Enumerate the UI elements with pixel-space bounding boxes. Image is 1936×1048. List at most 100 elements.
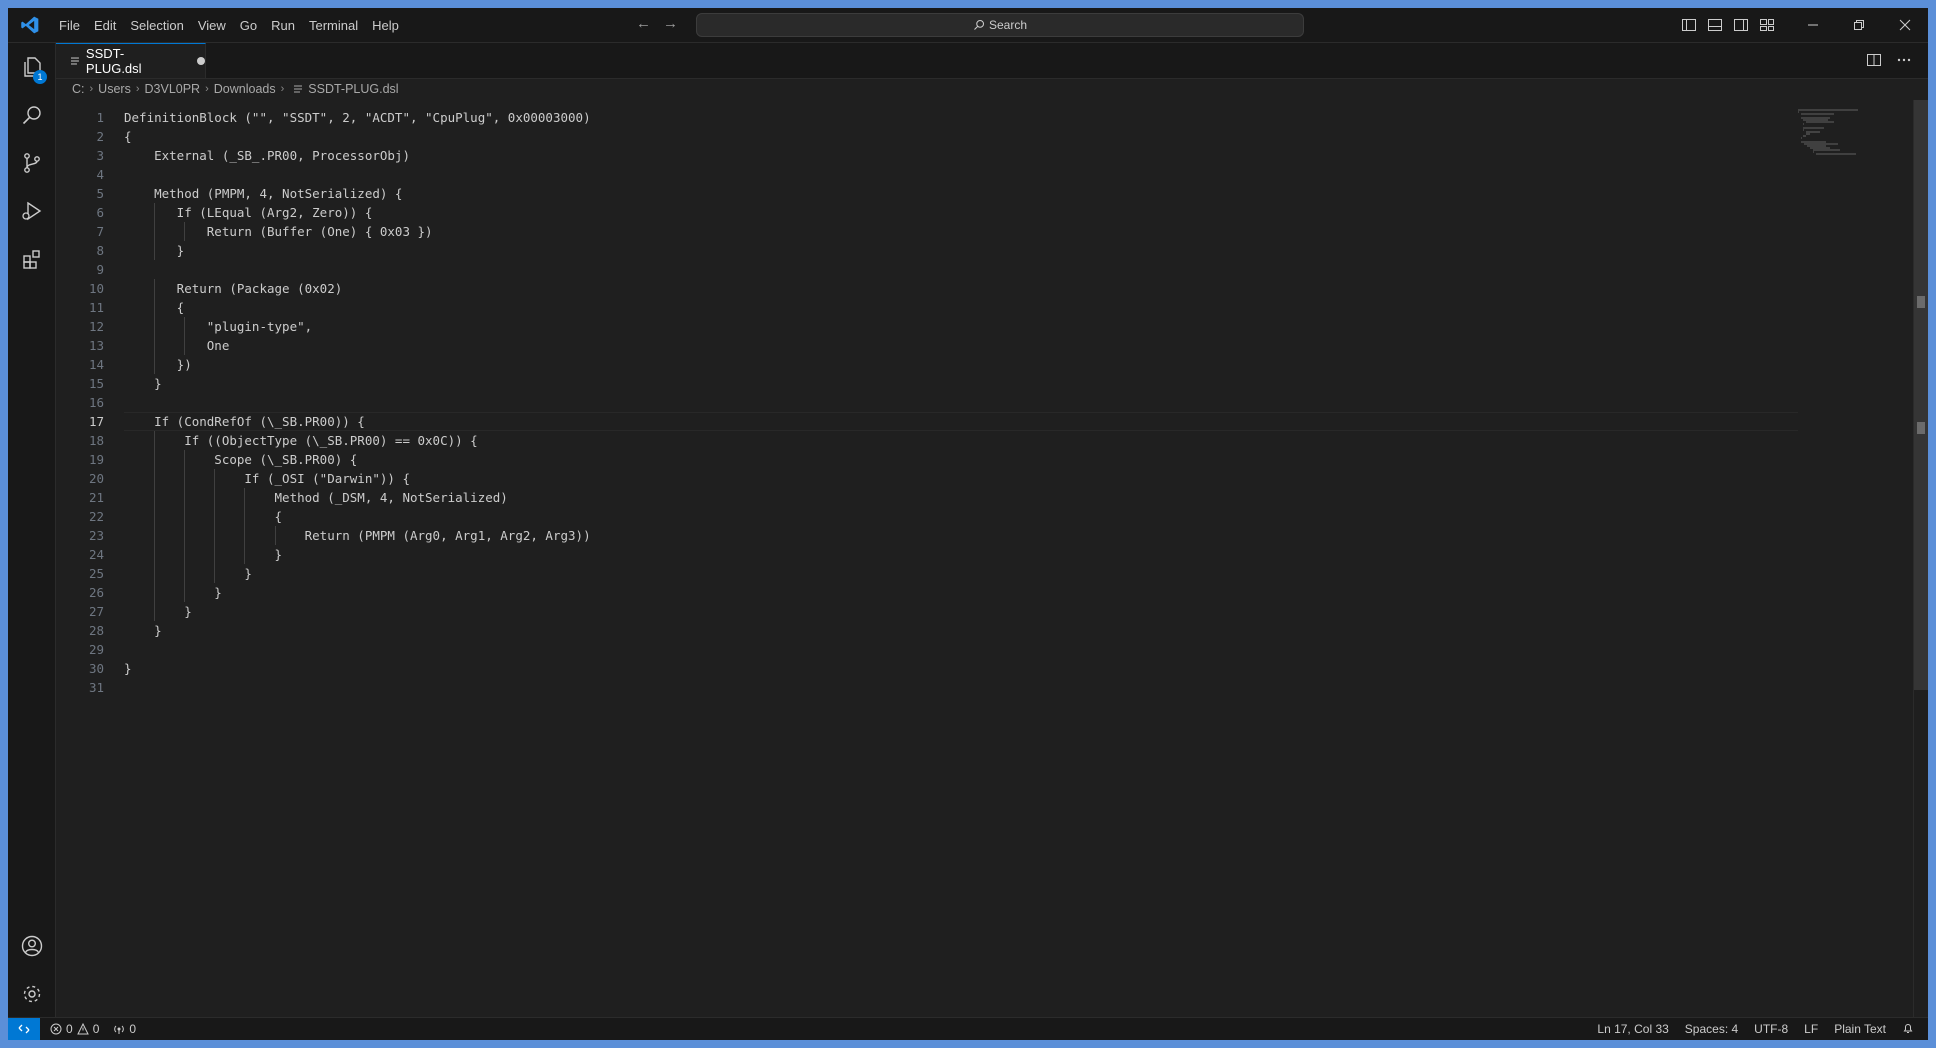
code-line[interactable] — [124, 678, 1798, 697]
toggle-panel-icon[interactable] — [1702, 8, 1728, 42]
encoding[interactable]: UTF-8 — [1746, 1022, 1796, 1036]
breadcrumb-user[interactable]: D3VL0PR — [145, 82, 201, 96]
activity-bar: 1 — [8, 43, 56, 1018]
code-line[interactable]: { — [124, 127, 1798, 146]
code-line[interactable]: Method (PMPM, 4, NotSerialized) { — [124, 184, 1798, 203]
breadcrumb-downloads[interactable]: Downloads — [214, 82, 276, 96]
line-number: 26 — [88, 585, 104, 600]
code-line[interactable]: } — [124, 564, 1798, 583]
line-number: 12 — [88, 319, 104, 334]
line-number: 7 — [96, 224, 104, 239]
customize-layout-icon[interactable] — [1754, 8, 1780, 42]
notifications-bell-icon[interactable] — [1894, 1022, 1928, 1037]
indentation[interactable]: Spaces: 4 — [1677, 1022, 1746, 1036]
scrollbar-thumb[interactable] — [1914, 100, 1928, 690]
code-line[interactable] — [124, 640, 1798, 659]
command-center-search[interactable]: Search — [696, 13, 1304, 37]
title-bar: File Edit Selection View Go Run Terminal… — [8, 8, 1928, 43]
accounts-icon[interactable] — [8, 922, 55, 970]
chevron-right-icon: › — [280, 83, 285, 95]
ports-count: 0 — [129, 1022, 137, 1036]
code-line[interactable] — [124, 393, 1798, 412]
more-actions-icon[interactable] — [1896, 52, 1912, 68]
unsaved-dot-icon[interactable] — [197, 57, 205, 65]
line-number: 31 — [88, 680, 104, 695]
code-line[interactable]: Return (PMPM (Arg0, Arg1, Arg2, Arg3)) — [124, 526, 1798, 545]
code-line[interactable]: Method (_DSM, 4, NotSerialized) — [124, 488, 1798, 507]
code-line[interactable]: } — [124, 545, 1798, 564]
back-arrow-icon[interactable]: ← — [636, 15, 651, 32]
line-number: 11 — [88, 300, 104, 315]
code-line[interactable]: DefinitionBlock ("", "SSDT", 2, "ACDT", … — [124, 108, 1798, 127]
remote-indicator-icon[interactable] — [8, 1018, 40, 1040]
tab-actions — [1866, 52, 1912, 68]
menu-terminal[interactable]: Terminal — [302, 14, 365, 37]
breadcrumb-file[interactable]: SSDT-PLUG.dsl — [308, 82, 398, 96]
code-line[interactable]: If (CondRefOf (\_SB.PR00)) { — [124, 412, 1798, 431]
code-line[interactable]: } — [124, 374, 1798, 393]
error-icon — [50, 1023, 62, 1035]
minimap[interactable] — [1796, 108, 1866, 168]
extensions-icon[interactable] — [8, 235, 55, 283]
code-line[interactable]: Scope (\_SB.PR00) { — [124, 450, 1798, 469]
code-line[interactable]: One — [124, 336, 1798, 355]
end-of-line[interactable]: LF — [1796, 1022, 1826, 1036]
code-line[interactable]: } — [124, 621, 1798, 640]
line-number: 27 — [88, 604, 104, 619]
toggle-primary-sidebar-icon[interactable] — [1676, 8, 1702, 42]
code-line[interactable]: { — [124, 507, 1798, 526]
minimize-icon[interactable] — [1790, 8, 1836, 42]
line-number: 1 — [96, 110, 104, 125]
breadcrumb-users[interactable]: Users — [98, 82, 131, 96]
chevron-right-icon: › — [205, 83, 209, 95]
menu-run[interactable]: Run — [264, 14, 302, 37]
code-line[interactable]: { — [124, 298, 1798, 317]
menu-view[interactable]: View — [191, 14, 233, 37]
line-number: 15 — [88, 376, 104, 391]
vertical-scrollbar[interactable] — [1913, 100, 1928, 1018]
code-line[interactable] — [124, 260, 1798, 279]
menu-edit[interactable]: Edit — [87, 14, 123, 37]
code-line[interactable]: If (LEqual (Arg2, Zero)) { — [124, 203, 1798, 222]
code-line[interactable]: Return (Package (0x02) — [124, 279, 1798, 298]
source-control-icon[interactable] — [8, 139, 55, 187]
code-line[interactable]: If ((ObjectType (\_SB.PR00) == 0x0C)) { — [124, 431, 1798, 450]
code-line[interactable]: If (_OSI ("Darwin")) { — [124, 469, 1798, 488]
line-number: 18 — [88, 433, 104, 448]
code-area[interactable]: DefinitionBlock ("", "SSDT", 2, "ACDT", … — [124, 108, 1798, 697]
line-number: 24 — [88, 547, 104, 562]
code-line[interactable]: Return (Buffer (One) { 0x03 }) — [124, 222, 1798, 241]
code-line[interactable]: External (_SB_.PR00, ProcessorObj) — [124, 146, 1798, 165]
menu-file[interactable]: File — [52, 14, 87, 37]
menu-help[interactable]: Help — [365, 14, 406, 37]
line-number: 28 — [88, 623, 104, 638]
search-view-icon[interactable] — [8, 91, 55, 139]
code-line[interactable] — [124, 165, 1798, 184]
code-line[interactable]: } — [124, 602, 1798, 621]
cursor-position[interactable]: Ln 17, Col 33 — [1589, 1022, 1676, 1036]
run-and-debug-icon[interactable] — [8, 187, 55, 235]
code-line[interactable]: } — [124, 659, 1798, 678]
manage-gear-icon[interactable] — [8, 970, 55, 1018]
restore-icon[interactable] — [1836, 8, 1882, 42]
line-number: 9 — [96, 262, 104, 277]
explorer-icon[interactable]: 1 — [8, 43, 55, 91]
problems-indicator[interactable]: 0 0 0 — [40, 1022, 136, 1036]
tab-ssdt-plug[interactable]: SSDT-PLUG.dsl — [56, 43, 206, 78]
code-line[interactable]: } — [124, 583, 1798, 602]
language-mode[interactable]: Plain Text — [1826, 1022, 1894, 1036]
warning-count: 0 — [92, 1022, 100, 1036]
line-number: 10 — [88, 281, 104, 296]
menu-go[interactable]: Go — [233, 14, 264, 37]
chevron-right-icon: › — [89, 83, 94, 95]
code-editor[interactable]: 1 2 3 4 5 6 7 8 9 10 11 12 13 14 15 16 17 18 19 20 21 22 23 24 2… — [56, 100, 1928, 1018]
close-window-icon[interactable] — [1882, 8, 1928, 42]
breadcrumb-drive[interactable]: C: — [72, 82, 85, 96]
code-line[interactable]: "plugin-type", — [124, 317, 1798, 336]
toggle-secondary-sidebar-icon[interactable] — [1728, 8, 1754, 42]
code-line[interactable]: } — [124, 241, 1798, 260]
code-line[interactable]: }) — [124, 355, 1798, 374]
split-editor-icon[interactable] — [1866, 52, 1882, 68]
forward-arrow-icon[interactable]: → — [663, 15, 678, 32]
menu-selection[interactable]: Selection — [123, 14, 190, 37]
